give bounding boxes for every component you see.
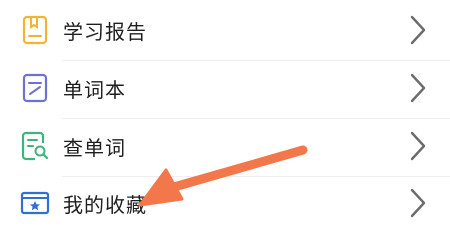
menu-item-label: 查单词: [63, 135, 126, 160]
chevron-right-icon: [404, 186, 432, 220]
menu-item-label: 学习报告: [63, 19, 147, 44]
chevron-right-icon: [404, 71, 432, 105]
chevron-right-icon: [404, 129, 432, 163]
menu-item-my-favorites[interactable]: 我的收藏: [0, 174, 450, 232]
favorites-icon: [20, 188, 50, 218]
menu-item-lookup-word[interactable]: 查单词: [0, 117, 450, 175]
wordbook-icon: [20, 73, 50, 103]
report-icon: [20, 15, 50, 45]
menu-item-wordbook[interactable]: 单词本: [0, 59, 450, 117]
menu-item-label: 我的收藏: [63, 192, 147, 217]
menu-item-label: 单词本: [63, 77, 126, 102]
menu-item-study-report[interactable]: 学习报告: [0, 1, 450, 59]
search-word-icon: [20, 131, 50, 161]
menu-list: 学习报告 单词本 查单词 我的收藏: [0, 0, 450, 247]
chevron-right-icon: [404, 13, 432, 47]
